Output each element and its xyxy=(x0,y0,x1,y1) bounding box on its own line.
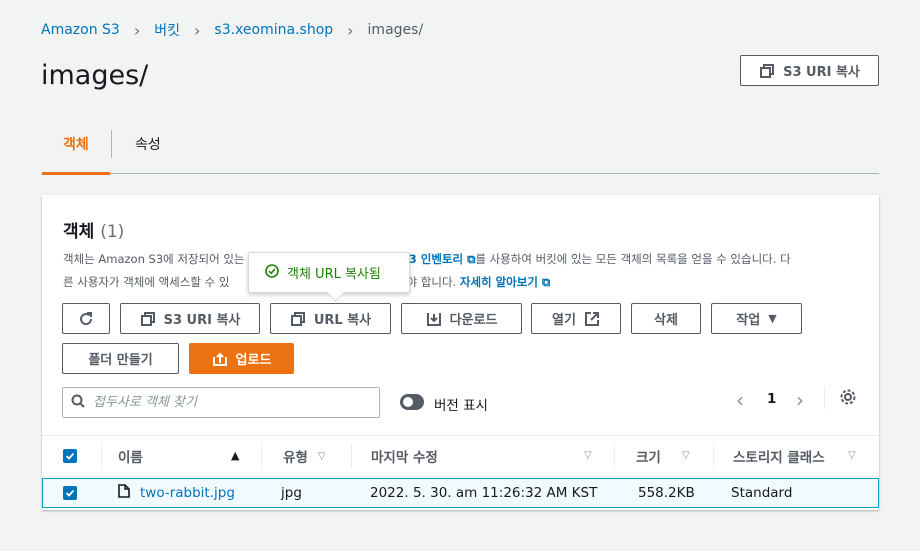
current-page[interactable]: 1 xyxy=(767,391,776,407)
table-header: 이름 ▲ 유형 ▽ 마지막 수정 ▽ 크기 ▽ 스토리지 클래스 ▽ xyxy=(42,435,879,477)
copy-s3-uri-header-button[interactable]: S3 URI 복사 xyxy=(740,55,879,86)
copy-url-button[interactable]: URL 복사 xyxy=(270,303,391,334)
sort-caret-icon[interactable]: ▽ xyxy=(682,450,690,461)
external-link-icon xyxy=(584,311,600,327)
checkmark-icon xyxy=(63,449,77,463)
inventory-link[interactable]: S3 인벤토리 ⧉ xyxy=(401,252,476,266)
create-folder-button[interactable]: 폴더 만들기 xyxy=(62,343,179,374)
column-divider xyxy=(713,444,714,468)
objects-panel-title: 객체 xyxy=(63,222,95,242)
upload-icon xyxy=(212,351,228,367)
breadcrumb-link-buckets[interactable]: 버킷 xyxy=(154,20,180,40)
chevron-right-icon: › xyxy=(133,20,141,40)
column-size-label: 크기 xyxy=(636,450,661,466)
column-header-name[interactable]: 이름 xyxy=(118,436,143,476)
chevron-right-icon: › xyxy=(347,20,354,40)
column-type-label: 유형 xyxy=(283,450,308,466)
refresh-button[interactable] xyxy=(62,303,110,334)
breadcrumb-link-bucket[interactable]: s3.xeomina.shop xyxy=(214,22,333,38)
upload-label: 업로드 xyxy=(235,353,272,368)
row-size-cell: 558.2KB xyxy=(638,485,695,501)
row-name-cell: two-rabbit.jpg xyxy=(118,479,235,507)
open-button[interactable]: 열기 xyxy=(531,303,621,334)
breadcrumb-current: images/ xyxy=(367,22,424,38)
chevron-right-icon: › xyxy=(194,20,201,40)
search-input[interactable] xyxy=(93,395,363,410)
sort-caret-icon[interactable]: ▽ xyxy=(848,450,856,461)
download-icon xyxy=(426,311,442,327)
copy-icon xyxy=(140,311,156,327)
delete-button[interactable]: 삭제 xyxy=(631,303,701,334)
copy-icon xyxy=(290,311,306,327)
copy-s3-uri-label: S3 URI 복사 xyxy=(163,313,241,328)
learn-more-label: 자세히 알아보기 xyxy=(459,275,538,289)
column-header-size[interactable]: 크기 xyxy=(636,436,661,476)
row-storage-class-cell: Standard xyxy=(731,485,793,501)
row-type-cell: jpg xyxy=(281,485,302,501)
column-last-modified-label: 마지막 수정 xyxy=(371,450,438,466)
tooltip-text: 객체 URL 복사됨 xyxy=(287,267,381,282)
objects-panel-header: 객체 (1) xyxy=(63,217,124,242)
search-icon xyxy=(71,393,85,412)
tab-properties[interactable]: 속성 xyxy=(135,134,161,154)
column-header-last-modified[interactable]: 마지막 수정 xyxy=(371,436,438,476)
column-divider xyxy=(351,444,352,468)
refresh-icon xyxy=(78,311,94,327)
column-header-storage-class[interactable]: 스토리지 클래스 xyxy=(733,436,825,476)
column-name-label: 이름 xyxy=(118,450,143,466)
checkmark-icon xyxy=(63,486,77,500)
column-divider xyxy=(614,444,615,468)
object-name-link[interactable]: two-rabbit.jpg xyxy=(140,485,235,501)
row-last-modified-cell: 2022. 5. 30. am 11:26:32 AM KST xyxy=(370,485,598,501)
copied-tooltip: 객체 URL 복사됨 xyxy=(248,252,410,293)
sort-caret-icon[interactable]: ▽ xyxy=(584,450,592,461)
pagination-divider xyxy=(824,386,825,410)
next-page-icon[interactable]: › xyxy=(796,388,804,412)
version-toggle[interactable] xyxy=(400,394,424,410)
page-title: images/ xyxy=(41,60,149,91)
sort-caret-icon: ▽ xyxy=(317,450,326,462)
version-toggle-label: 버전 표시 xyxy=(434,398,488,414)
description-line1-pre: 객체는 Amazon S3에 저장되어 있는 xyxy=(63,252,245,266)
description-line2-pre: 른 사용자가 객체에 액세스할 수 있 xyxy=(63,275,230,289)
sort-ascending-icon[interactable]: ▲ xyxy=(231,449,239,462)
learn-more-link[interactable]: 자세히 알아보기 ⧉ xyxy=(460,275,550,289)
prev-page-icon[interactable]: ‹ xyxy=(736,388,744,412)
create-folder-label: 폴더 만들기 xyxy=(88,353,153,368)
external-link-icon: ⧉ xyxy=(541,275,551,289)
file-icon xyxy=(118,484,130,502)
table-row[interactable]: two-rabbit.jpg jpg 2022. 5. 30. am 11:26… xyxy=(42,478,879,508)
column-storage-class-label: 스토리지 클래스 xyxy=(733,450,825,466)
breadcrumb-link-s3[interactable]: Amazon S3 xyxy=(41,22,120,38)
tab-bar: 객체 속성 xyxy=(42,120,879,175)
description-line1-post: 를 사용하여 버킷에 있는 모든 객체의 목록을 얻을 수 있습니다. 다 xyxy=(475,252,791,266)
copy-s3-uri-button[interactable]: S3 URI 복사 xyxy=(120,303,260,334)
check-circle-icon xyxy=(265,263,279,282)
actions-label: 작업 xyxy=(736,313,761,328)
objects-description: 객체는 Amazon S3에 저장되어 있는 S3 인벤토리 ⧉를 사용하여 버킷… xyxy=(63,248,853,294)
search-box xyxy=(62,387,380,418)
open-label: 열기 xyxy=(552,313,576,328)
copy-s3-uri-header-label: S3 URI 복사 xyxy=(783,65,860,80)
download-button[interactable]: 다운로드 xyxy=(401,303,522,334)
upload-button[interactable]: 업로드 xyxy=(189,343,294,374)
column-divider xyxy=(101,444,102,468)
copy-icon xyxy=(759,63,775,79)
delete-label: 삭제 xyxy=(654,313,678,328)
settings-gear-icon[interactable] xyxy=(839,388,857,410)
tab-divider xyxy=(111,130,112,158)
objects-count: (1) xyxy=(100,222,125,242)
row-checkbox[interactable] xyxy=(63,479,77,507)
download-label: 다운로드 xyxy=(449,313,498,328)
column-divider xyxy=(261,444,262,468)
column-header-type[interactable]: 유형 ▽ xyxy=(283,436,326,476)
breadcrumb: Amazon S3 › 버킷 › s3.xeomina.shop › image… xyxy=(41,20,423,40)
tab-objects[interactable]: 객체 xyxy=(42,134,110,175)
copy-url-label: URL 복사 xyxy=(313,313,372,328)
actions-dropdown-button[interactable]: 작업 ▼ xyxy=(711,303,802,334)
caret-down-icon: ▼ xyxy=(768,312,777,325)
select-all-checkbox[interactable] xyxy=(63,436,77,476)
